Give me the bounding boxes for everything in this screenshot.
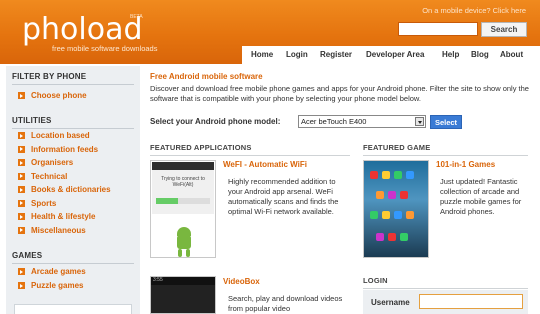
sidebar-item-technical[interactable]: Technical [18, 172, 67, 183]
nav-home[interactable]: Home [251, 46, 273, 64]
nav-blog[interactable]: Blog [471, 46, 489, 64]
sidebar-item-label: Puzzle games [31, 281, 84, 290]
sidebar-item-label: Location based [31, 131, 90, 140]
divider [363, 288, 528, 289]
divider [150, 155, 350, 156]
sidebar-item-label: Arcade games [31, 267, 86, 276]
login-panel: Username [363, 290, 528, 314]
mobile-device-link[interactable]: On a mobile device? Click here [422, 6, 526, 15]
nav-about[interactable]: About [500, 46, 523, 64]
android-robot-icon [173, 225, 195, 257]
sidebar-item-choose-phone[interactable]: Choose phone [18, 91, 87, 102]
search-input[interactable] [398, 22, 478, 36]
games-heading: GAMES [12, 251, 43, 260]
app-desc-videobox: Search, play and download videos from po… [228, 294, 343, 313]
arrow-bullet-icon [18, 226, 25, 234]
sidebar-item-label: Sports [31, 198, 57, 208]
phone-model-value: Acer beTouch E400 [301, 117, 367, 126]
divider [12, 84, 134, 85]
arrow-bullet-icon [18, 282, 25, 289]
sidebar-item-label: Miscellaneous [31, 225, 86, 235]
search-button[interactable]: Search [481, 22, 527, 37]
wefi-screenshot[interactable]: Trying to connect to WeFi(Alt) [150, 160, 216, 258]
nav-login[interactable]: Login [286, 46, 308, 64]
filter-by-phone-heading: FILTER BY PHONE [12, 72, 87, 81]
game-title[interactable]: 101-in-1 Games [436, 160, 495, 169]
sidebar-item-books-dictionaries[interactable]: Books & dictionaries [18, 185, 111, 196]
arrow-bullet-icon [18, 268, 25, 275]
sidebar-item-label: Technical [31, 171, 68, 181]
arrow-bullet-icon [18, 213, 25, 220]
arrow-bullet-icon [18, 159, 25, 166]
nav-register[interactable]: Register [320, 46, 352, 64]
status-bar [152, 162, 214, 170]
phone-model-select[interactable]: Acer beTouch E400 [298, 115, 426, 128]
intro-text: Discover and download free mobile phone … [150, 84, 529, 103]
game-screenshot[interactable] [363, 160, 429, 258]
divider [12, 128, 134, 129]
divider [363, 155, 528, 156]
login-heading: LOGIN [363, 276, 388, 285]
status-bar: 3:55 [151, 277, 215, 285]
page-title: Free Android mobile software [150, 72, 263, 81]
videobox-screenshot[interactable]: 3:55 [150, 276, 216, 314]
sidebar-item-location-based[interactable]: Location based [18, 131, 90, 142]
app-title-wefi[interactable]: WeFI - Automatic WiFi [223, 160, 307, 169]
phone-model-label: Select your Android phone model: [150, 117, 281, 126]
sidebar-item-health-lifestyle[interactable]: Health & lifestyle [18, 212, 95, 223]
screen-text: Trying to connect to WeFi(Alt) [161, 176, 205, 188]
site-tagline: free mobile software downloads [52, 44, 158, 53]
sidebar-item-puzzle-games[interactable]: Puzzle games [18, 281, 83, 292]
featured-game-heading: FEATURED GAME [363, 143, 431, 152]
sidebar: FILTER BY PHONE Choose phone UTILITIES L… [6, 66, 140, 314]
sidebar-item-arcade-games[interactable]: Arcade games [18, 267, 86, 278]
app-desc-wefi: Highly recommended addition to your Andr… [228, 177, 339, 216]
arrow-bullet-icon [18, 186, 25, 193]
utilities-heading: UTILITIES [12, 116, 52, 125]
site-header: phoload BETA free mobile software downlo… [0, 0, 540, 64]
sidebar-panel [14, 304, 132, 314]
sidebar-item-miscellaneous[interactable]: Miscellaneous [18, 226, 86, 237]
app-title-videobox[interactable]: VideoBox [223, 277, 260, 286]
sidebar-item-information-feeds[interactable]: Information feeds [18, 145, 98, 156]
sidebar-item-label: Organisers [31, 158, 74, 167]
sidebar-item-label: Information feeds [31, 144, 99, 154]
arrow-bullet-icon [18, 199, 25, 207]
sidebar-item-label: Health & lifestyle [31, 212, 96, 221]
sidebar-item-sports[interactable]: Sports [18, 199, 56, 210]
arrow-bullet-icon [18, 145, 25, 153]
phone-screen: Trying to connect to WeFi(Alt) [152, 162, 214, 214]
featured-applications-heading: FEATURED APPLICATIONS [150, 143, 252, 152]
beta-badge: BETA [130, 14, 143, 20]
divider [12, 263, 134, 264]
progress-bar [156, 198, 210, 204]
site-logo[interactable]: phoload [22, 12, 143, 47]
sidebar-item-label: Books & dictionaries [31, 185, 111, 194]
arrow-bullet-icon [18, 172, 25, 180]
nav-developer-area[interactable]: Developer Area [366, 46, 424, 64]
game-desc: Just updated! Fantastic collection of ar… [440, 177, 522, 216]
chevron-down-icon [415, 117, 424, 126]
username-label: Username [371, 298, 410, 307]
sidebar-item-organisers[interactable]: Organisers [18, 158, 73, 169]
nav-help[interactable]: Help [442, 46, 459, 64]
sidebar-item-label: Choose phone [31, 91, 87, 100]
arrow-bullet-icon [18, 92, 25, 99]
main-nav: Home Login Register Developer Area Help … [242, 46, 540, 64]
select-button[interactable]: Select [430, 115, 462, 129]
arrow-bullet-icon [18, 132, 25, 139]
username-input[interactable] [419, 294, 523, 309]
